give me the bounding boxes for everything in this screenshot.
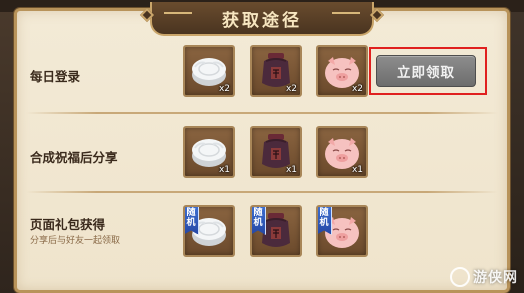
random-tag: 随 机 xyxy=(185,207,199,235)
row-divider xyxy=(26,112,498,114)
reward-quantity: x2 xyxy=(285,84,297,94)
reward-slot-daily-wine-jar[interactable]: x2 xyxy=(250,45,302,97)
reward-slot-share-wine-jar[interactable]: x1 xyxy=(250,126,302,178)
random-tag-char: 随 xyxy=(253,208,263,218)
highlight-annotation-box xyxy=(369,47,487,95)
reward-quantity: x2 xyxy=(351,84,363,94)
row-label-daily-login: 每日登录 xyxy=(30,69,81,84)
random-tag-char: 机 xyxy=(186,218,196,228)
reward-slot-gift-pig-plush[interactable]: 随 机 xyxy=(316,205,368,257)
row-label-synthesize-share: 合成祝福后分享 xyxy=(30,150,118,165)
random-tag: 随 机 xyxy=(252,207,266,235)
random-tag-char: 机 xyxy=(253,218,263,228)
panel-title: 获取途径 xyxy=(222,10,302,31)
reward-slot-gift-wine-jar[interactable]: 随 机 xyxy=(250,205,302,257)
random-tag-char: 随 xyxy=(319,208,329,218)
reward-slot-daily-mooncake[interactable]: x2 xyxy=(183,45,235,97)
reward-slot-gift-mooncake[interactable]: 随 机 xyxy=(183,205,235,257)
random-tag: 随 机 xyxy=(318,207,332,235)
random-tag-char: 随 xyxy=(186,208,196,218)
reward-slot-share-pig-plush[interactable]: x1 xyxy=(316,126,368,178)
row-label-page-gift: 页面礼包获得 xyxy=(30,217,106,232)
reward-slot-daily-pig-plush[interactable]: x2 xyxy=(316,45,368,97)
reward-quantity: x2 xyxy=(218,84,230,94)
random-tag-char: 机 xyxy=(319,218,329,228)
watermark-text: 游侠网 xyxy=(473,270,518,286)
reward-quantity: x1 xyxy=(218,165,230,175)
row-sublabel-page-gift: 分享后与好友一起领取 xyxy=(30,236,121,246)
row-divider xyxy=(26,191,498,193)
site-watermark: 游侠网 xyxy=(450,267,518,287)
reward-quantity: x1 xyxy=(285,165,297,175)
reward-quantity: x1 xyxy=(351,165,363,175)
reward-slot-share-mooncake[interactable]: x1 xyxy=(183,126,235,178)
title-plate: 获取途径 xyxy=(150,2,374,36)
watermark-logo-icon xyxy=(450,267,470,287)
